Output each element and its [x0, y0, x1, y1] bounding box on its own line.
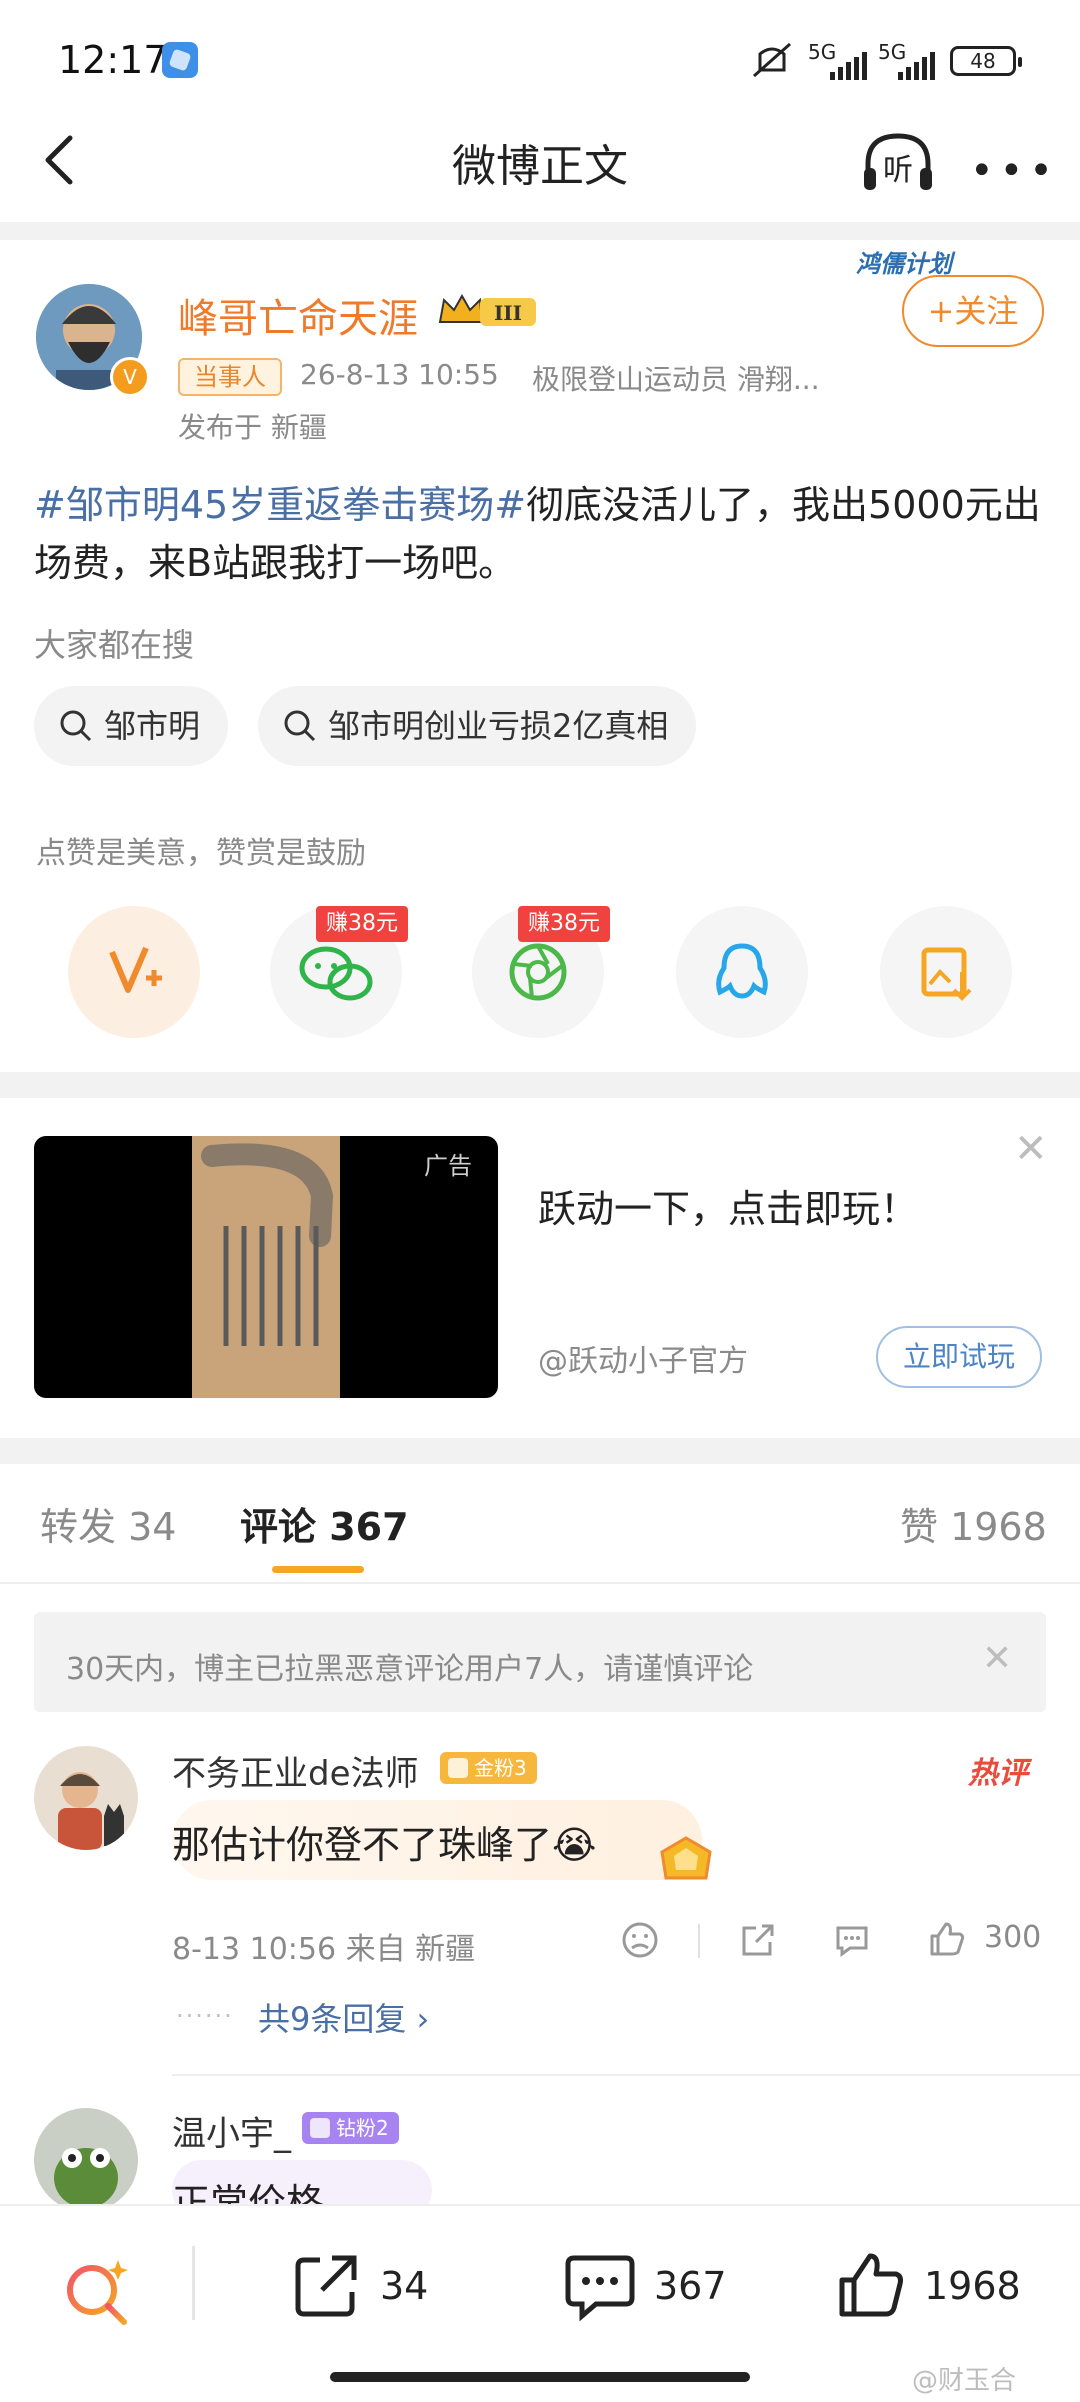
app-notification-icon [162, 42, 198, 78]
reply-dots: ······ [176, 2002, 234, 2030]
commenter-name[interactable]: 温小宇_ [172, 2106, 291, 2155]
comment-meta: 8-13 10:56 来自 新疆 [172, 1932, 476, 1967]
hot-comment-badge: 热评 [968, 1756, 1028, 1791]
ad-source[interactable]: @跃动小子官方 [538, 1336, 748, 1380]
ad-play-button[interactable]: 立即试玩 [876, 1326, 1042, 1388]
like-count[interactable]: 1968 [924, 2264, 1021, 2308]
ad-tag: 广告 [424, 1152, 472, 1180]
search-icon [60, 710, 92, 742]
comment-divider [172, 2074, 1080, 2076]
status-bar: 12:17 5G 5G 48 [0, 0, 1080, 120]
toolbar-separator [192, 2246, 195, 2320]
reward-label: 点赞是美意，赞赏是鼓励 [36, 836, 366, 871]
more-options-icon[interactable]: ••• [970, 148, 1059, 194]
fan-badge: 钻粉2 [302, 2112, 399, 2144]
watermark: @财玉合 [912, 2366, 1017, 2396]
search-icon [284, 710, 316, 742]
tab-repost[interactable]: 转发 34 [40, 1496, 176, 1551]
fan-badge-label: 钻粉2 [336, 2116, 389, 2140]
section-divider [0, 1072, 1080, 1098]
trending-search-label: 大家都在搜 [34, 626, 195, 664]
qq-penguin-icon [716, 943, 768, 999]
comment-count[interactable]: 367 [654, 2264, 727, 2308]
share-qq-button[interactable] [676, 906, 808, 1038]
author-name[interactable]: 峰哥亡命天涯 [178, 286, 418, 344]
follow-button[interactable]: +关注 [902, 275, 1044, 347]
v-plus-icon [109, 946, 162, 993]
ai-search-icon[interactable] [62, 2256, 134, 2328]
like-thumb-icon[interactable] [926, 1918, 968, 1960]
fan-badge: 金粉3 [440, 1752, 537, 1784]
ad-close-icon[interactable]: ✕ [1014, 1126, 1048, 1172]
author-description: 极限登山运动员 滑翔... [532, 363, 820, 396]
tab-like[interactable]: 赞 1968 [900, 1496, 1047, 1551]
notice-close-icon[interactable]: ✕ [982, 1638, 1012, 1679]
ad-title[interactable]: 跃动一下，点击即玩！ [538, 1178, 918, 1233]
comment-notice-text: 30天内，博主已拉黑恶意评论用户7人，请谨慎评论 [66, 1652, 754, 1687]
ad-game-graphic [201, 1143, 334, 1346]
active-tab-indicator [272, 1566, 364, 1573]
signal-icon-1 [830, 52, 867, 80]
vip-reward-button[interactable] [68, 906, 200, 1038]
post-location: 发布于 新疆 [178, 411, 327, 444]
home-indicator[interactable] [330, 2372, 750, 2382]
action-separator [698, 1924, 700, 1958]
mute-icon [753, 42, 791, 78]
commenter-avatar[interactable] [34, 2108, 138, 2212]
fan-badge-label: 金粉3 [474, 1756, 527, 1780]
repost-count[interactable]: 34 [380, 2264, 428, 2308]
clock: 12:17 [58, 38, 168, 82]
commenter-name[interactable]: 不务正业de法师 [172, 1746, 419, 1795]
honghu-plan-badge: 鸿儒计划 [856, 250, 952, 278]
tabs-divider [0, 1582, 1080, 1584]
search-chip-label: 邹市明创业亏损2亿真相 [328, 707, 669, 745]
view-replies-link[interactable]: 共9条回复 › [258, 1994, 429, 2040]
gold-badge-icon [660, 1836, 712, 1880]
battery-icon: 48 [950, 46, 1022, 76]
dislike-face-icon[interactable] [620, 1920, 660, 1960]
save-image-button[interactable] [880, 906, 1012, 1038]
tab-comment[interactable]: 评论 367 [240, 1496, 409, 1551]
repost-icon[interactable] [738, 1920, 778, 1960]
commenter-avatar[interactable] [34, 1746, 138, 1850]
reply-icon[interactable] [832, 1920, 872, 1960]
search-chip[interactable]: 邹市明创业亏损2亿真相 [258, 686, 697, 766]
post-hashtag[interactable]: #邹市明45岁重返拳击赛场# [34, 483, 526, 527]
section-divider [0, 222, 1080, 240]
verified-badge-icon: V [110, 357, 150, 397]
vip-crown-icon: III [438, 293, 536, 326]
section-divider [0, 1438, 1080, 1464]
earn-badge: 赚38元 [316, 906, 408, 942]
comment-text: 那估计你登不了珠峰了😭 [172, 1823, 597, 1867]
comment-icon[interactable] [562, 2252, 638, 2324]
search-chip[interactable]: 邹市明 [34, 686, 229, 766]
repost-icon[interactable] [290, 2250, 362, 2322]
like-thumb-icon[interactable] [834, 2248, 908, 2322]
signal-icon-2 [898, 52, 935, 80]
svg-text:听: 听 [883, 153, 913, 188]
post-timestamp: 26-8-13 10:55 [300, 358, 499, 391]
post-content: #邹市明45岁重返拳击赛场#彻底没活儿了，我出5000元出场费，来B站跟我打一场… [34, 476, 1044, 592]
svg-text:III: III [494, 301, 522, 325]
search-chip-label: 邹市明 [104, 707, 201, 745]
role-tag: 当事人 [178, 358, 282, 396]
earn-badge: 赚38元 [518, 906, 610, 942]
comment-like-count: 300 [984, 1920, 1042, 1955]
save-image-icon [921, 947, 972, 1001]
listen-headphones-icon[interactable]: 听 [858, 128, 938, 198]
